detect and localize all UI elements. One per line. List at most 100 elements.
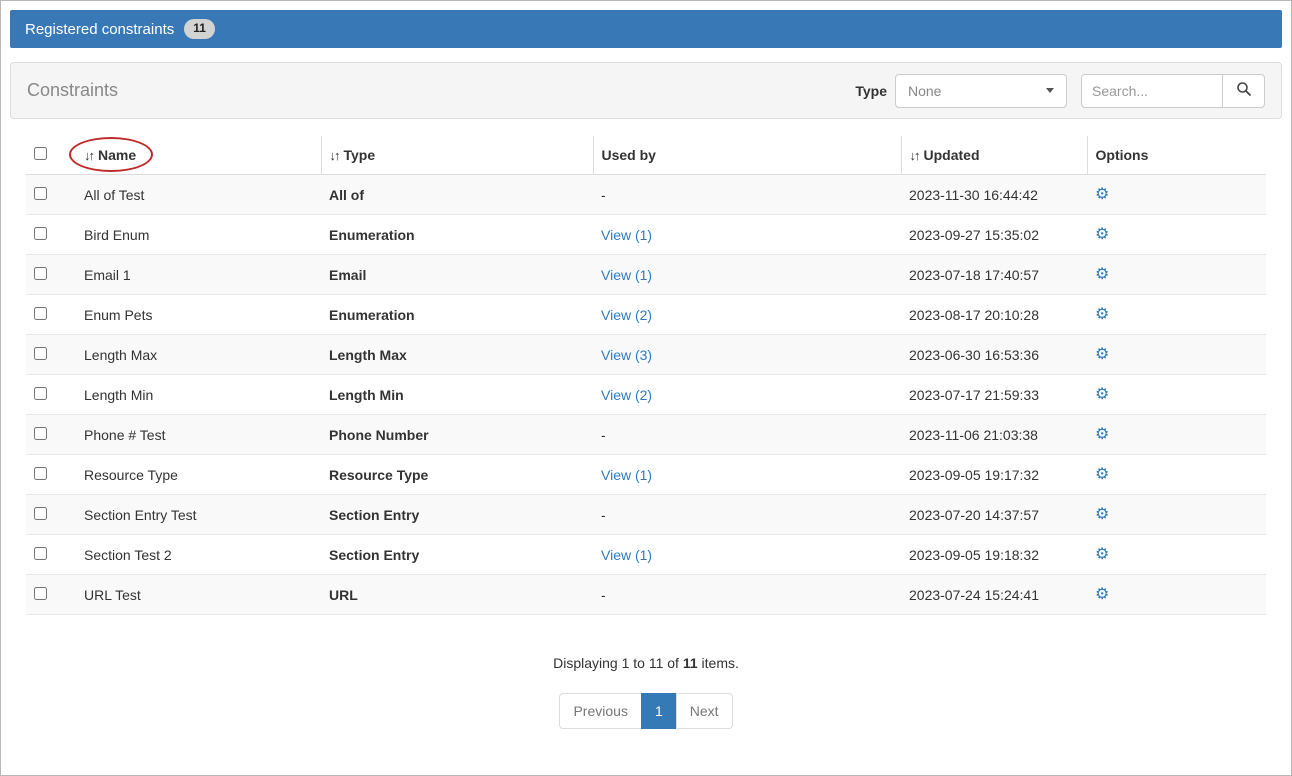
gear-icon[interactable]: ⚙	[1095, 386, 1109, 403]
cell-used-by: View (1)	[593, 455, 901, 495]
cell-type: Email	[321, 255, 593, 295]
gear-icon[interactable]: ⚙	[1095, 546, 1109, 563]
cell-options: ⚙	[1087, 215, 1266, 255]
sort-icon: ↓↑	[910, 148, 919, 163]
column-label-options: Options	[1096, 147, 1149, 163]
cell-updated: 2023-09-05 19:18:32	[901, 535, 1087, 575]
cell-name: Resource Type	[76, 455, 321, 495]
row-select-cell	[26, 175, 76, 215]
column-label-used-by: Used by	[602, 147, 656, 163]
cell-type: Section Entry	[321, 535, 593, 575]
cell-type: URL	[321, 575, 593, 615]
used-by-link[interactable]: View (3)	[601, 347, 652, 363]
cell-updated: 2023-07-17 21:59:33	[901, 375, 1087, 415]
column-header-type[interactable]: ↓↑Type	[321, 136, 593, 175]
pagination: Previous 1 Next	[10, 693, 1282, 729]
used-by-link[interactable]: View (2)	[601, 387, 652, 403]
pagination-page-1[interactable]: 1	[641, 693, 677, 729]
gear-icon[interactable]: ⚙	[1095, 226, 1109, 243]
name-header-wrap: ↓↑Name	[84, 147, 136, 163]
constraints-table: ↓↑Name ↓↑Type Used by ↓↑Updated Opti	[26, 136, 1266, 615]
cell-type: Length Min	[321, 375, 593, 415]
type-filter-select[interactable]: None	[895, 74, 1067, 108]
gear-icon[interactable]: ⚙	[1095, 586, 1109, 603]
table-row: Email 1 Email View (1) 2023-07-18 17:40:…	[26, 255, 1266, 295]
cell-name: Bird Enum	[76, 215, 321, 255]
select-all-checkbox[interactable]	[34, 147, 47, 160]
cell-name: Enum Pets	[76, 295, 321, 335]
cell-name: Phone # Test	[76, 415, 321, 455]
column-header-updated[interactable]: ↓↑Updated	[901, 136, 1087, 175]
row-select-cell	[26, 255, 76, 295]
cell-name: URL Test	[76, 575, 321, 615]
used-by-link[interactable]: View (2)	[601, 307, 652, 323]
cell-used-by: View (3)	[593, 335, 901, 375]
row-checkbox[interactable]	[34, 187, 47, 200]
column-header-name[interactable]: ↓↑Name	[76, 136, 321, 175]
type-filter-value: None	[908, 83, 941, 99]
used-by-link[interactable]: View (1)	[601, 467, 652, 483]
row-checkbox[interactable]	[34, 347, 47, 360]
sort-icon: ↓↑	[330, 148, 339, 163]
cell-used-by: View (1)	[593, 535, 901, 575]
pagination-next[interactable]: Next	[676, 693, 733, 729]
cell-used-by: -	[593, 175, 901, 215]
table-wrap: ↓↑Name ↓↑Type Used by ↓↑Updated Opti	[10, 136, 1282, 615]
search-input[interactable]	[1081, 74, 1223, 108]
cell-name: Email 1	[76, 255, 321, 295]
summary-suffix: items.	[698, 655, 739, 671]
page-title: Registered constraints	[25, 21, 174, 38]
gear-icon[interactable]: ⚙	[1095, 466, 1109, 483]
table-row: Length Max Length Max View (3) 2023-06-3…	[26, 335, 1266, 375]
gear-icon[interactable]: ⚙	[1095, 306, 1109, 323]
row-checkbox[interactable]	[34, 547, 47, 560]
search-button[interactable]	[1223, 74, 1265, 108]
registered-constraints-page: Registered constraints 11 Constraints Ty…	[0, 0, 1292, 776]
cell-used-by: -	[593, 495, 901, 535]
cell-options: ⚙	[1087, 495, 1266, 535]
row-checkbox[interactable]	[34, 387, 47, 400]
cell-type: Length Max	[321, 335, 593, 375]
table-row: Resource Type Resource Type View (1) 202…	[26, 455, 1266, 495]
cell-options: ⚙	[1087, 375, 1266, 415]
used-by-link[interactable]: View (1)	[601, 547, 652, 563]
row-checkbox[interactable]	[34, 507, 47, 520]
row-checkbox[interactable]	[34, 587, 47, 600]
cell-updated: 2023-07-20 14:37:57	[901, 495, 1087, 535]
cell-updated: 2023-09-27 15:35:02	[901, 215, 1087, 255]
row-select-cell	[26, 455, 76, 495]
column-label-name: Name	[98, 147, 136, 163]
column-header-options: Options	[1087, 136, 1266, 175]
search-group	[1081, 74, 1265, 108]
select-all-cell	[26, 136, 76, 175]
row-checkbox[interactable]	[34, 307, 47, 320]
used-by-link[interactable]: View (1)	[601, 227, 652, 243]
cell-used-by: -	[593, 415, 901, 455]
row-checkbox[interactable]	[34, 267, 47, 280]
table-row: Enum Pets Enumeration View (2) 2023-08-1…	[26, 295, 1266, 335]
pagination-previous[interactable]: Previous	[559, 693, 641, 729]
cell-used-by: View (2)	[593, 375, 901, 415]
table-row: Section Entry Test Section Entry - 2023-…	[26, 495, 1266, 535]
gear-icon[interactable]: ⚙	[1095, 506, 1109, 523]
cell-options: ⚙	[1087, 335, 1266, 375]
cell-type: All of	[321, 175, 593, 215]
cell-options: ⚙	[1087, 535, 1266, 575]
row-select-cell	[26, 535, 76, 575]
cell-updated: 2023-07-24 15:24:41	[901, 575, 1087, 615]
gear-icon[interactable]: ⚙	[1095, 426, 1109, 443]
row-checkbox[interactable]	[34, 467, 47, 480]
row-checkbox[interactable]	[34, 227, 47, 240]
row-select-cell	[26, 575, 76, 615]
cell-type: Enumeration	[321, 295, 593, 335]
gear-icon[interactable]: ⚙	[1095, 346, 1109, 363]
cell-updated: 2023-06-30 16:53:36	[901, 335, 1087, 375]
cell-options: ⚙	[1087, 455, 1266, 495]
cell-updated: 2023-07-18 17:40:57	[901, 255, 1087, 295]
row-checkbox[interactable]	[34, 427, 47, 440]
cell-type: Resource Type	[321, 455, 593, 495]
used-by-link[interactable]: View (1)	[601, 267, 652, 283]
gear-icon[interactable]: ⚙	[1095, 186, 1109, 203]
table-row: All of Test All of - 2023-11-30 16:44:42…	[26, 175, 1266, 215]
gear-icon[interactable]: ⚙	[1095, 266, 1109, 283]
